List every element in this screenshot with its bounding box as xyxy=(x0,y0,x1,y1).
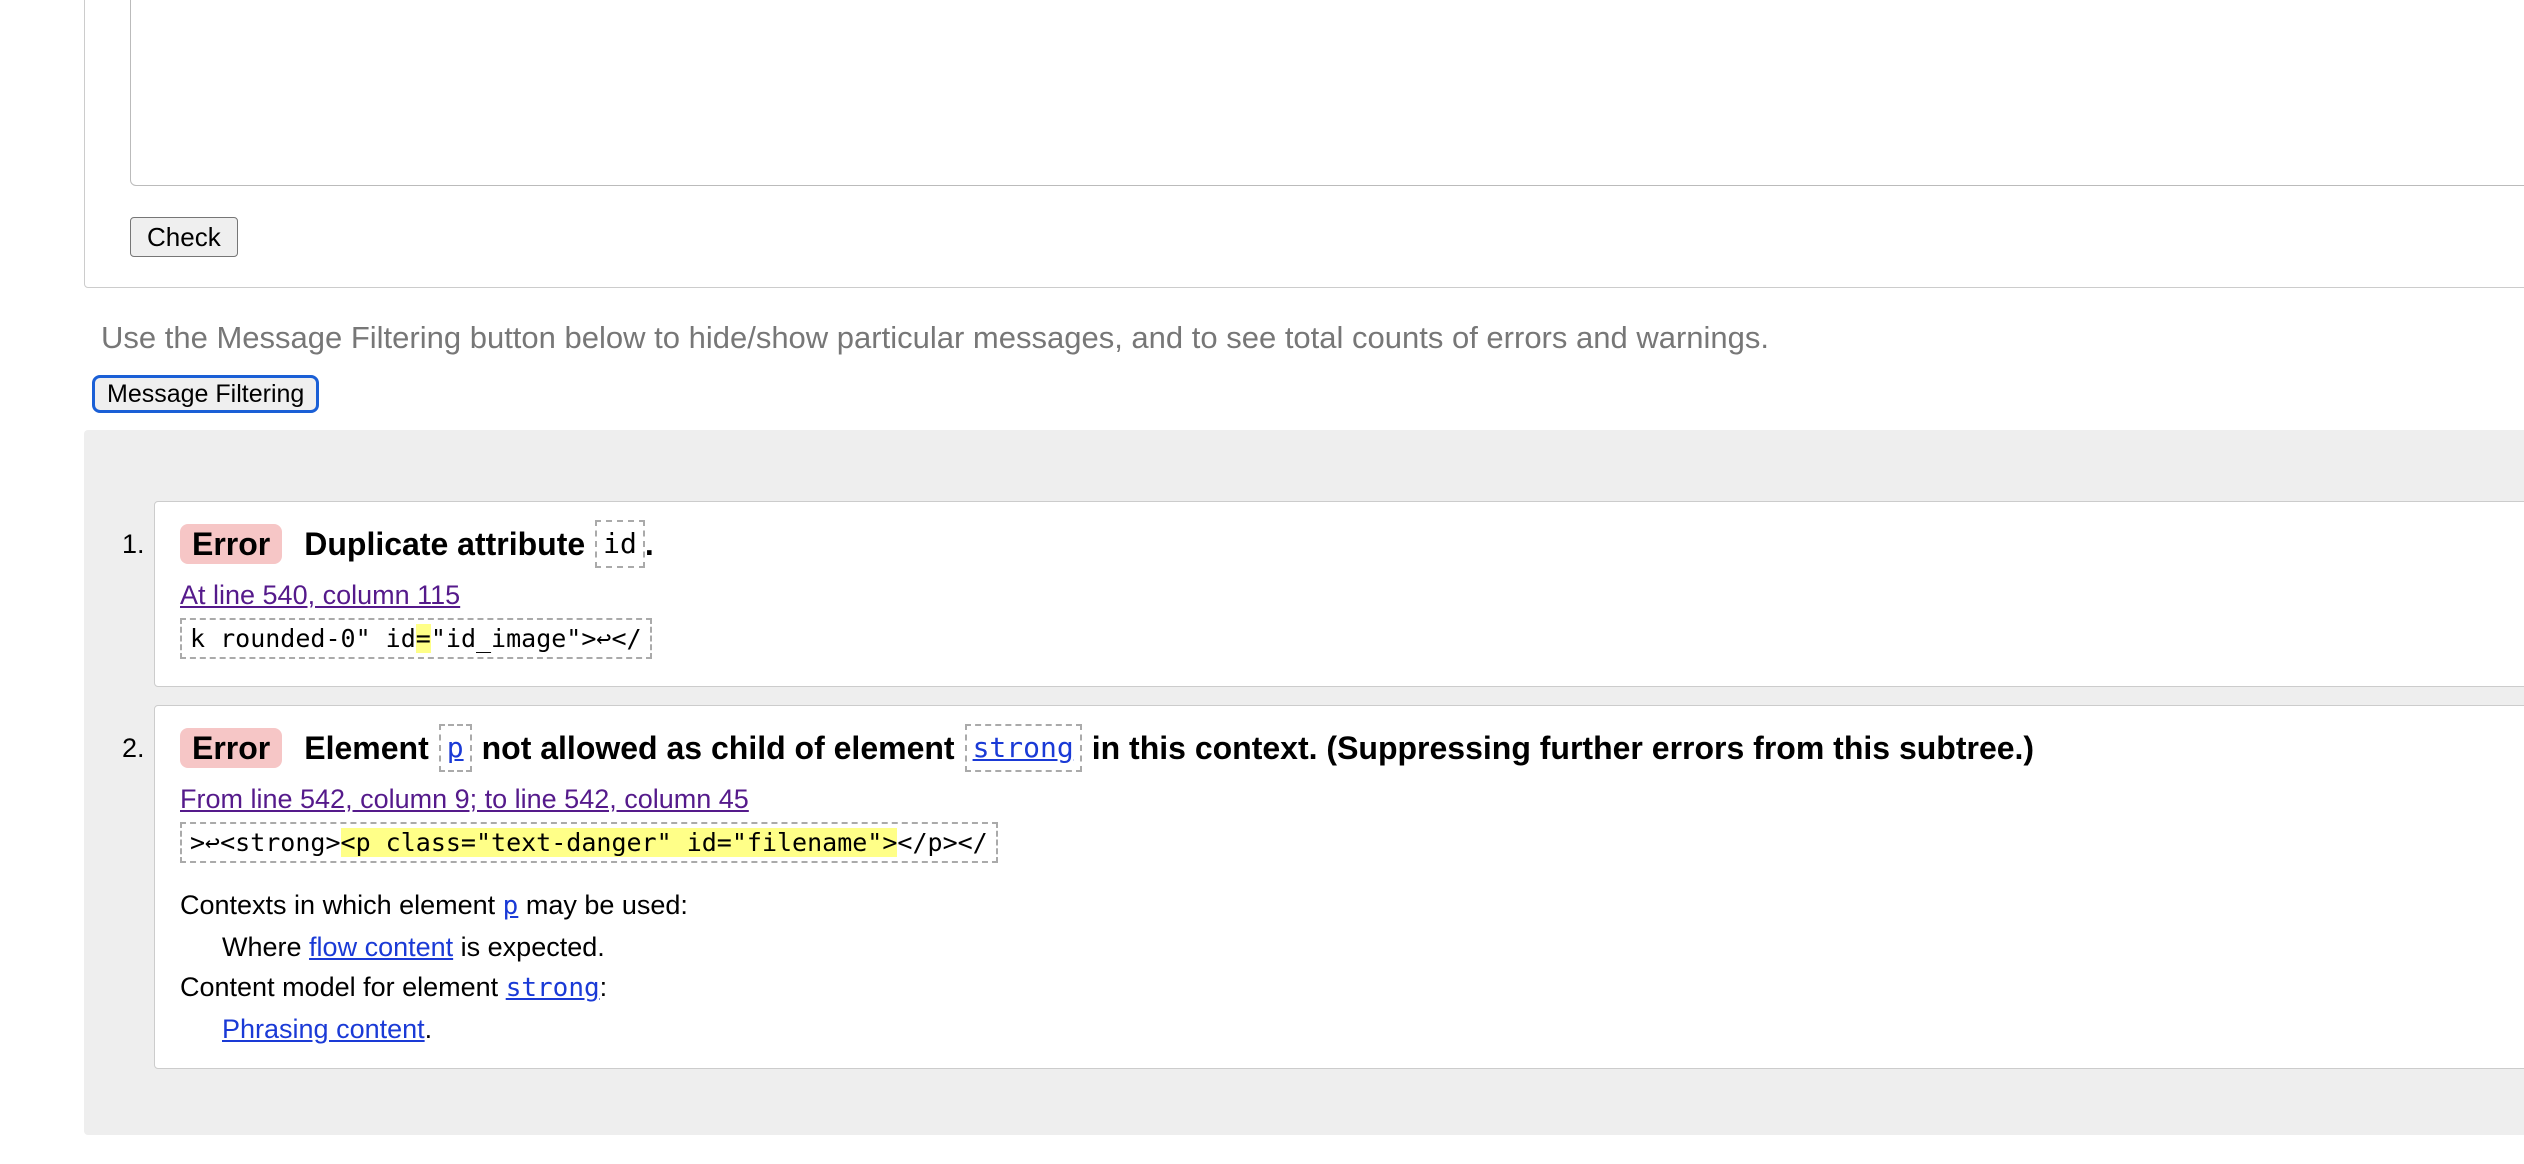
message-number: 2. xyxy=(122,733,145,763)
extract-pre: k rounded-0" id xyxy=(190,624,416,653)
error-badge: Error xyxy=(180,728,283,768)
check-button[interactable]: Check xyxy=(130,217,238,257)
contexts-post: may be used: xyxy=(525,890,688,920)
title-part2: not allowed as child of element xyxy=(481,729,955,766)
where-post: is expected. xyxy=(460,932,605,962)
title-part3: in this context. (Suppressing further er… xyxy=(1091,729,2035,766)
source-extract: k rounded-0" id="id_image">↩</ xyxy=(180,618,652,659)
title-text: Duplicate attribute xyxy=(304,525,586,562)
title-post: . xyxy=(644,525,654,562)
message-2: Error Element p not allowed as child of … xyxy=(154,705,2524,1069)
error-badge: Error xyxy=(180,524,283,564)
filter-note: Use the Message Filtering button below t… xyxy=(101,320,1770,355)
flow-content-link[interactable]: flow content xyxy=(309,932,453,962)
model-post: : xyxy=(599,972,608,1002)
where-line: Where flow content is expected. xyxy=(222,932,605,963)
content-model-line: Content model for element strong: xyxy=(180,972,607,1003)
message-1: Error Duplicate attribute id . At line 5… xyxy=(154,501,2524,687)
extract-post: "id_image">↩</ xyxy=(430,624,642,653)
source-extract: >↩<strong><p class="text-danger" id="fil… xyxy=(180,822,998,863)
contexts-pre: Contexts in which element xyxy=(180,890,496,920)
parent-element-code-link[interactable]: strong xyxy=(973,731,1074,764)
phrasing-post: . xyxy=(424,1014,433,1044)
attribute-code: id xyxy=(595,520,645,568)
message-title: Error Element p not allowed as child of … xyxy=(180,724,2034,772)
message-filtering-button[interactable]: Message Filtering xyxy=(92,375,320,413)
source-textarea[interactable] xyxy=(130,0,2524,186)
contexts-line: Contexts in which element p may be used: xyxy=(180,890,688,921)
model-element-link[interactable]: strong xyxy=(506,973,600,1003)
parent-element-code[interactable]: strong xyxy=(964,724,1082,772)
element-code-link[interactable]: p xyxy=(447,731,464,764)
extract-highlight: <p class="text-danger" id="filename"> xyxy=(340,828,898,857)
phrasing-content-link[interactable]: Phrasing content xyxy=(222,1014,425,1044)
extract-highlight: = xyxy=(415,624,431,653)
model-pre: Content model for element xyxy=(180,972,499,1002)
location-link[interactable]: At line 540, column 115 xyxy=(180,580,460,610)
element-code[interactable]: p xyxy=(438,724,472,772)
where-pre: Where xyxy=(222,932,302,962)
message-title: Error Duplicate attribute id . xyxy=(180,520,654,568)
extract-pre: >↩<strong> xyxy=(190,828,341,857)
message-number: 1. xyxy=(122,529,145,559)
validator-page: Check Use the Message Filtering button b… xyxy=(0,0,2524,1164)
location-link[interactable]: From line 542, column 9; to line 542, co… xyxy=(180,784,749,814)
contexts-element-link[interactable]: p xyxy=(503,891,519,921)
extract-post: </p></ xyxy=(897,828,988,857)
title-part1: Element xyxy=(304,729,429,766)
phrasing-line: Phrasing content. xyxy=(222,1014,432,1045)
